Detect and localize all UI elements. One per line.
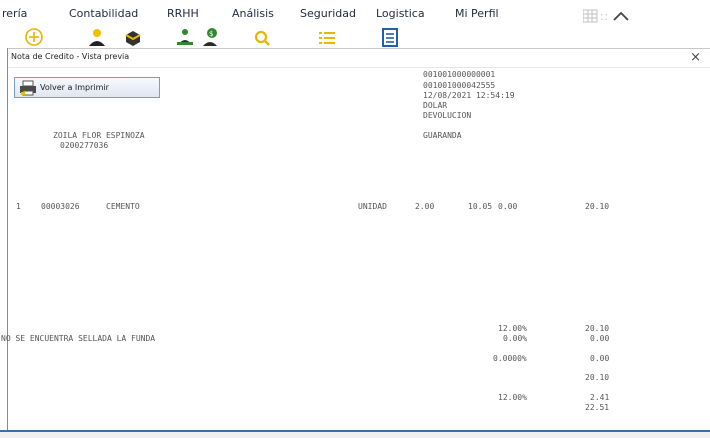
total-r2-val: 0.00 xyxy=(590,334,610,343)
user-icon[interactable] xyxy=(85,27,109,47)
printer-icon xyxy=(19,80,37,100)
chevron-up-icon[interactable] xyxy=(613,11,629,21)
grid-icon[interactable] xyxy=(582,9,598,23)
search-icon[interactable] xyxy=(250,27,274,47)
total-r4-val: 20.10 xyxy=(585,373,610,382)
client-id: 0200277036 xyxy=(60,141,109,150)
item-total: 20.10 xyxy=(585,202,610,211)
total-r2-pct: 0.00% xyxy=(503,334,528,343)
svg-text:⛶: ⛶ xyxy=(600,13,607,22)
item-desc: CEMENTO xyxy=(106,202,140,211)
menu-bar: rería Contabilidad RRHH Análisis Segurid… xyxy=(0,0,710,50)
note-text: NO SE ENCUENTRA SELLADA LA FUNDA xyxy=(1,334,156,343)
total-r5-pct: 12.00% xyxy=(498,393,527,402)
grand-total: 22.51 xyxy=(585,403,610,412)
reprint-button[interactable]: Volver a Imprimir xyxy=(14,77,160,98)
svg-text:$: $ xyxy=(209,30,213,38)
window-bottom-border xyxy=(0,430,710,438)
menu-analisis[interactable]: Análisis xyxy=(232,7,274,20)
expand-icon[interactable]: ⛶ xyxy=(600,13,607,22)
menu-contabilidad[interactable]: Contabilidad xyxy=(69,7,138,20)
menu-libreria[interactable]: rería xyxy=(2,7,27,20)
preview-dialog: Nota de Credito - Vista previa × Volver … xyxy=(1,48,710,430)
close-icon[interactable]: × xyxy=(690,49,701,67)
item-line: 1 xyxy=(16,202,21,211)
total-r3-val: 0.00 xyxy=(590,354,610,363)
dialog-title: Nota de Credito - Vista previa xyxy=(11,52,130,61)
doc-number-1: 001001000000001 xyxy=(423,70,496,79)
menu-mi-perfil[interactable]: Mi Perfil xyxy=(455,7,499,20)
menu-logistica[interactable]: Logistica xyxy=(376,7,425,20)
item-qty: 2.00 xyxy=(415,202,435,211)
item-price: 10.05 xyxy=(468,202,493,211)
menu-rrhh[interactable]: RRHH xyxy=(167,7,199,20)
reprint-label: Volver a Imprimir xyxy=(40,83,109,92)
total-r3-pct: 0.0000% xyxy=(493,354,527,363)
document-icon[interactable] xyxy=(378,27,402,47)
box-icon[interactable] xyxy=(121,27,145,47)
client-city: GUARANDA xyxy=(423,131,462,140)
item-discount: 0.00 xyxy=(498,202,518,211)
add-icon[interactable] xyxy=(22,27,46,47)
item-code: 00003026 xyxy=(41,202,80,211)
doc-type: DEVOLUCION xyxy=(423,111,472,120)
person-down-icon[interactable] xyxy=(173,27,197,47)
window-controls: ⛶ xyxy=(582,8,635,23)
menu-seguridad[interactable]: Seguridad xyxy=(300,7,356,20)
money-person-icon[interactable]: $ xyxy=(199,27,223,47)
item-unit: UNIDAD xyxy=(358,202,387,211)
dialog-titlebar: Nota de Credito - Vista previa × xyxy=(8,48,710,68)
list-icon[interactable] xyxy=(315,27,339,47)
